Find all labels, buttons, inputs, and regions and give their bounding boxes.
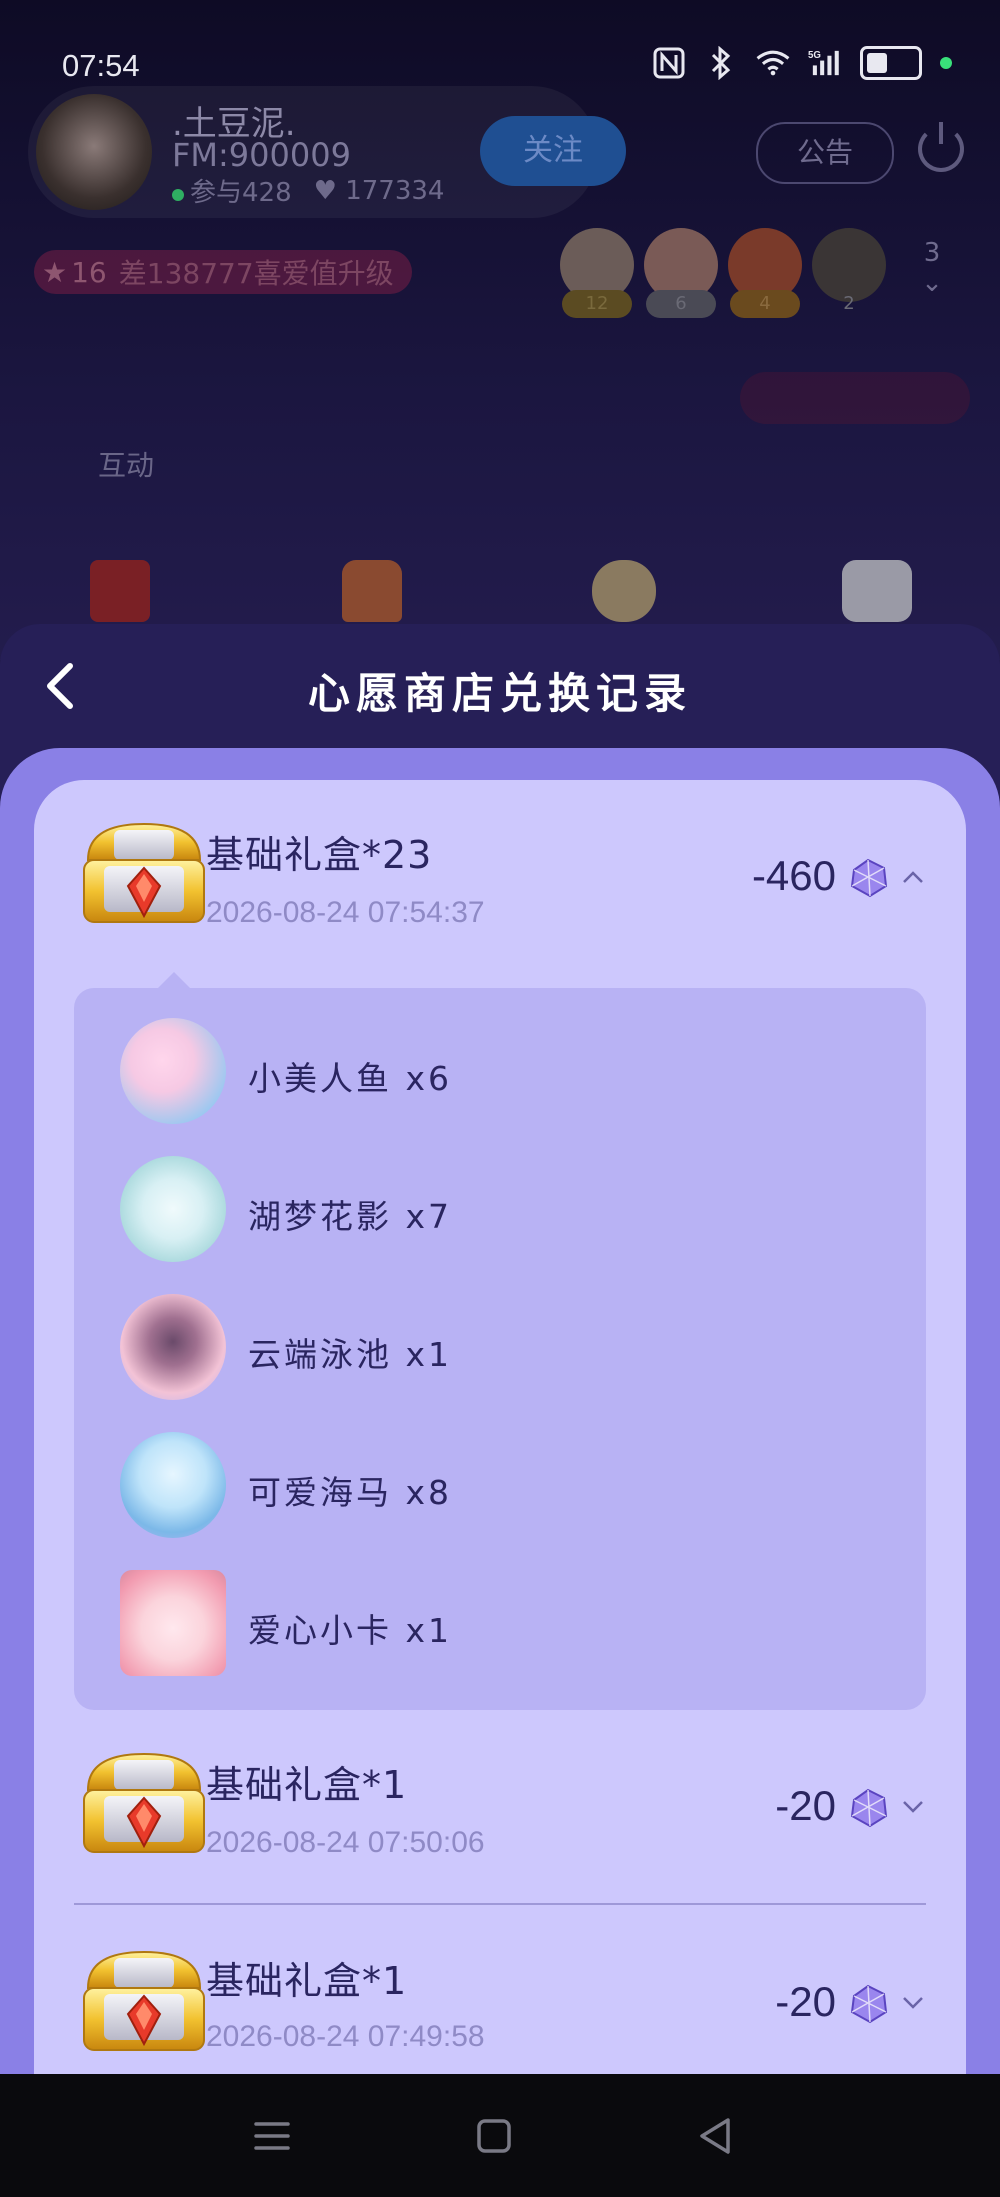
bluetooth-icon: [704, 46, 738, 80]
likes-label: 177334: [345, 175, 445, 206]
gift-item: 可爱海马 x8: [120, 1432, 820, 1542]
record-date: 2026-08-24 07:50:06: [206, 1826, 485, 1859]
viewer-count-number: 3: [923, 238, 941, 268]
record-amount: -20: [775, 1978, 836, 2025]
host-stats: 参与428 ♥ 177334: [172, 172, 444, 209]
menu-icon[interactable]: [248, 2112, 296, 2160]
red-envelope-icon[interactable]: [90, 560, 150, 622]
battery-icon: [860, 46, 922, 80]
gift-item: 湖梦花影 x7: [120, 1156, 820, 1266]
record-title: 基础礼盒*23: [206, 833, 433, 877]
treasure-chest-icon: [83, 822, 205, 923]
treasure-chest-icon: [83, 1950, 205, 2051]
interact-label: 互动: [98, 449, 155, 482]
gift-item: 小美人鱼 x6: [120, 1018, 820, 1128]
viewer-avatar[interactable]: 12: [560, 228, 634, 318]
gift-label: 爱心小卡 x1: [248, 1611, 453, 1650]
viewer-badge: 2: [843, 293, 855, 314]
gift-label: 小美人鱼 x6: [248, 1059, 453, 1098]
host-avatar: [36, 94, 152, 210]
viewer-badge: 12: [562, 290, 632, 318]
level-text: 差138777喜爱值升级: [118, 257, 394, 290]
heart-icon: ♥: [313, 175, 346, 206]
victory-hand-icon[interactable]: [592, 560, 656, 622]
gift-item: 云端泳池 x1: [120, 1294, 820, 1404]
viewer-avatar[interactable]: 4: [728, 228, 802, 318]
chevron-down-icon: ⌄: [921, 268, 943, 298]
viewer-avatar[interactable]: 2: [812, 228, 886, 314]
star-icon: ★: [42, 255, 68, 289]
gift-jar-icon[interactable]: [342, 560, 402, 622]
viewer-badge: 6: [646, 290, 716, 318]
viewer-count[interactable]: 3 ⌄: [912, 238, 952, 298]
gift-label: 湖梦花影 x7: [248, 1197, 453, 1236]
dice-icon[interactable]: [842, 560, 912, 622]
viewer-badge: 4: [730, 290, 800, 318]
treasure-chest-icon: [83, 1752, 205, 1853]
sheet-title: 心愿商店兑换记录: [307, 669, 692, 718]
record-divider: [74, 1903, 926, 1905]
gift-label: 云端泳池 x1: [248, 1335, 453, 1374]
wifi-icon: [756, 46, 790, 80]
likes: ♥ 177334: [314, 176, 445, 206]
gift-item: 爱心小卡 x1: [120, 1570, 820, 1680]
notice-button[interactable]: 公告: [756, 122, 894, 184]
gift-label: 可爱海马 x8: [248, 1473, 453, 1512]
record-date: 2026-08-24 07:54:37: [206, 896, 485, 929]
live-room-background: 07:54 5G .土豆泥. FM:900009 参与428 ♥ 177334 …: [0, 0, 1000, 660]
status-bar: 07:54 5G: [0, 0, 1000, 90]
host-fm-id: FM:900009: [172, 136, 351, 174]
level-badge: ★ 16: [42, 256, 107, 289]
gift-image-mermaid: [120, 1018, 226, 1124]
home-square-icon[interactable]: [470, 2112, 518, 2160]
online-dot-icon: [172, 189, 184, 201]
record-title: 基础礼盒*1: [206, 1959, 408, 2003]
system-nav-bar: [0, 2074, 1000, 2197]
gift-image-heart-card: [120, 1570, 226, 1676]
gift-image-lake-flowers: [120, 1156, 226, 1262]
crystal-currency-icon: [850, 1788, 888, 1828]
record-amount: -460: [751, 852, 836, 899]
gift-image-cloud-pool: [120, 1294, 226, 1400]
level-number: 16: [71, 255, 107, 289]
crystal-currency-icon: [850, 1984, 888, 2024]
record-amount: -20: [775, 1782, 836, 1829]
back-triangle-icon[interactable]: [692, 2112, 740, 2160]
follow-button[interactable]: 关注: [480, 116, 626, 186]
viewer-avatar[interactable]: 6: [644, 228, 718, 318]
privacy-indicator-icon: [940, 57, 952, 69]
gift-image-seahorse: [120, 1432, 226, 1538]
interaction-icons: [0, 560, 1000, 630]
activity-banner[interactable]: [740, 372, 970, 424]
level-progress-pill[interactable]: ★ 16 差138777喜爱值升级: [34, 250, 412, 294]
participants: 参与428: [172, 172, 292, 209]
chevron-down-icon[interactable]: [902, 1800, 924, 1814]
crystal-currency-icon: [850, 858, 888, 898]
record-title: 基础礼盒*1: [206, 1763, 408, 1807]
nfc-icon: [652, 46, 686, 80]
status-icons: 5G: [652, 46, 952, 80]
record-date: 2026-08-24 07:49:58: [206, 2020, 485, 2053]
participants-label: 参与428: [190, 178, 292, 208]
svg-text:5G: 5G: [808, 50, 821, 61]
power-icon[interactable]: [918, 122, 964, 172]
chevron-up-icon[interactable]: [902, 870, 924, 884]
chevron-down-icon[interactable]: [902, 1996, 924, 2010]
viewer-list[interactable]: 12 6 4 2: [560, 228, 886, 318]
status-time: 07:54: [62, 48, 140, 83]
5g-signal-icon: 5G: [808, 46, 842, 80]
detail-pointer: [158, 972, 190, 988]
